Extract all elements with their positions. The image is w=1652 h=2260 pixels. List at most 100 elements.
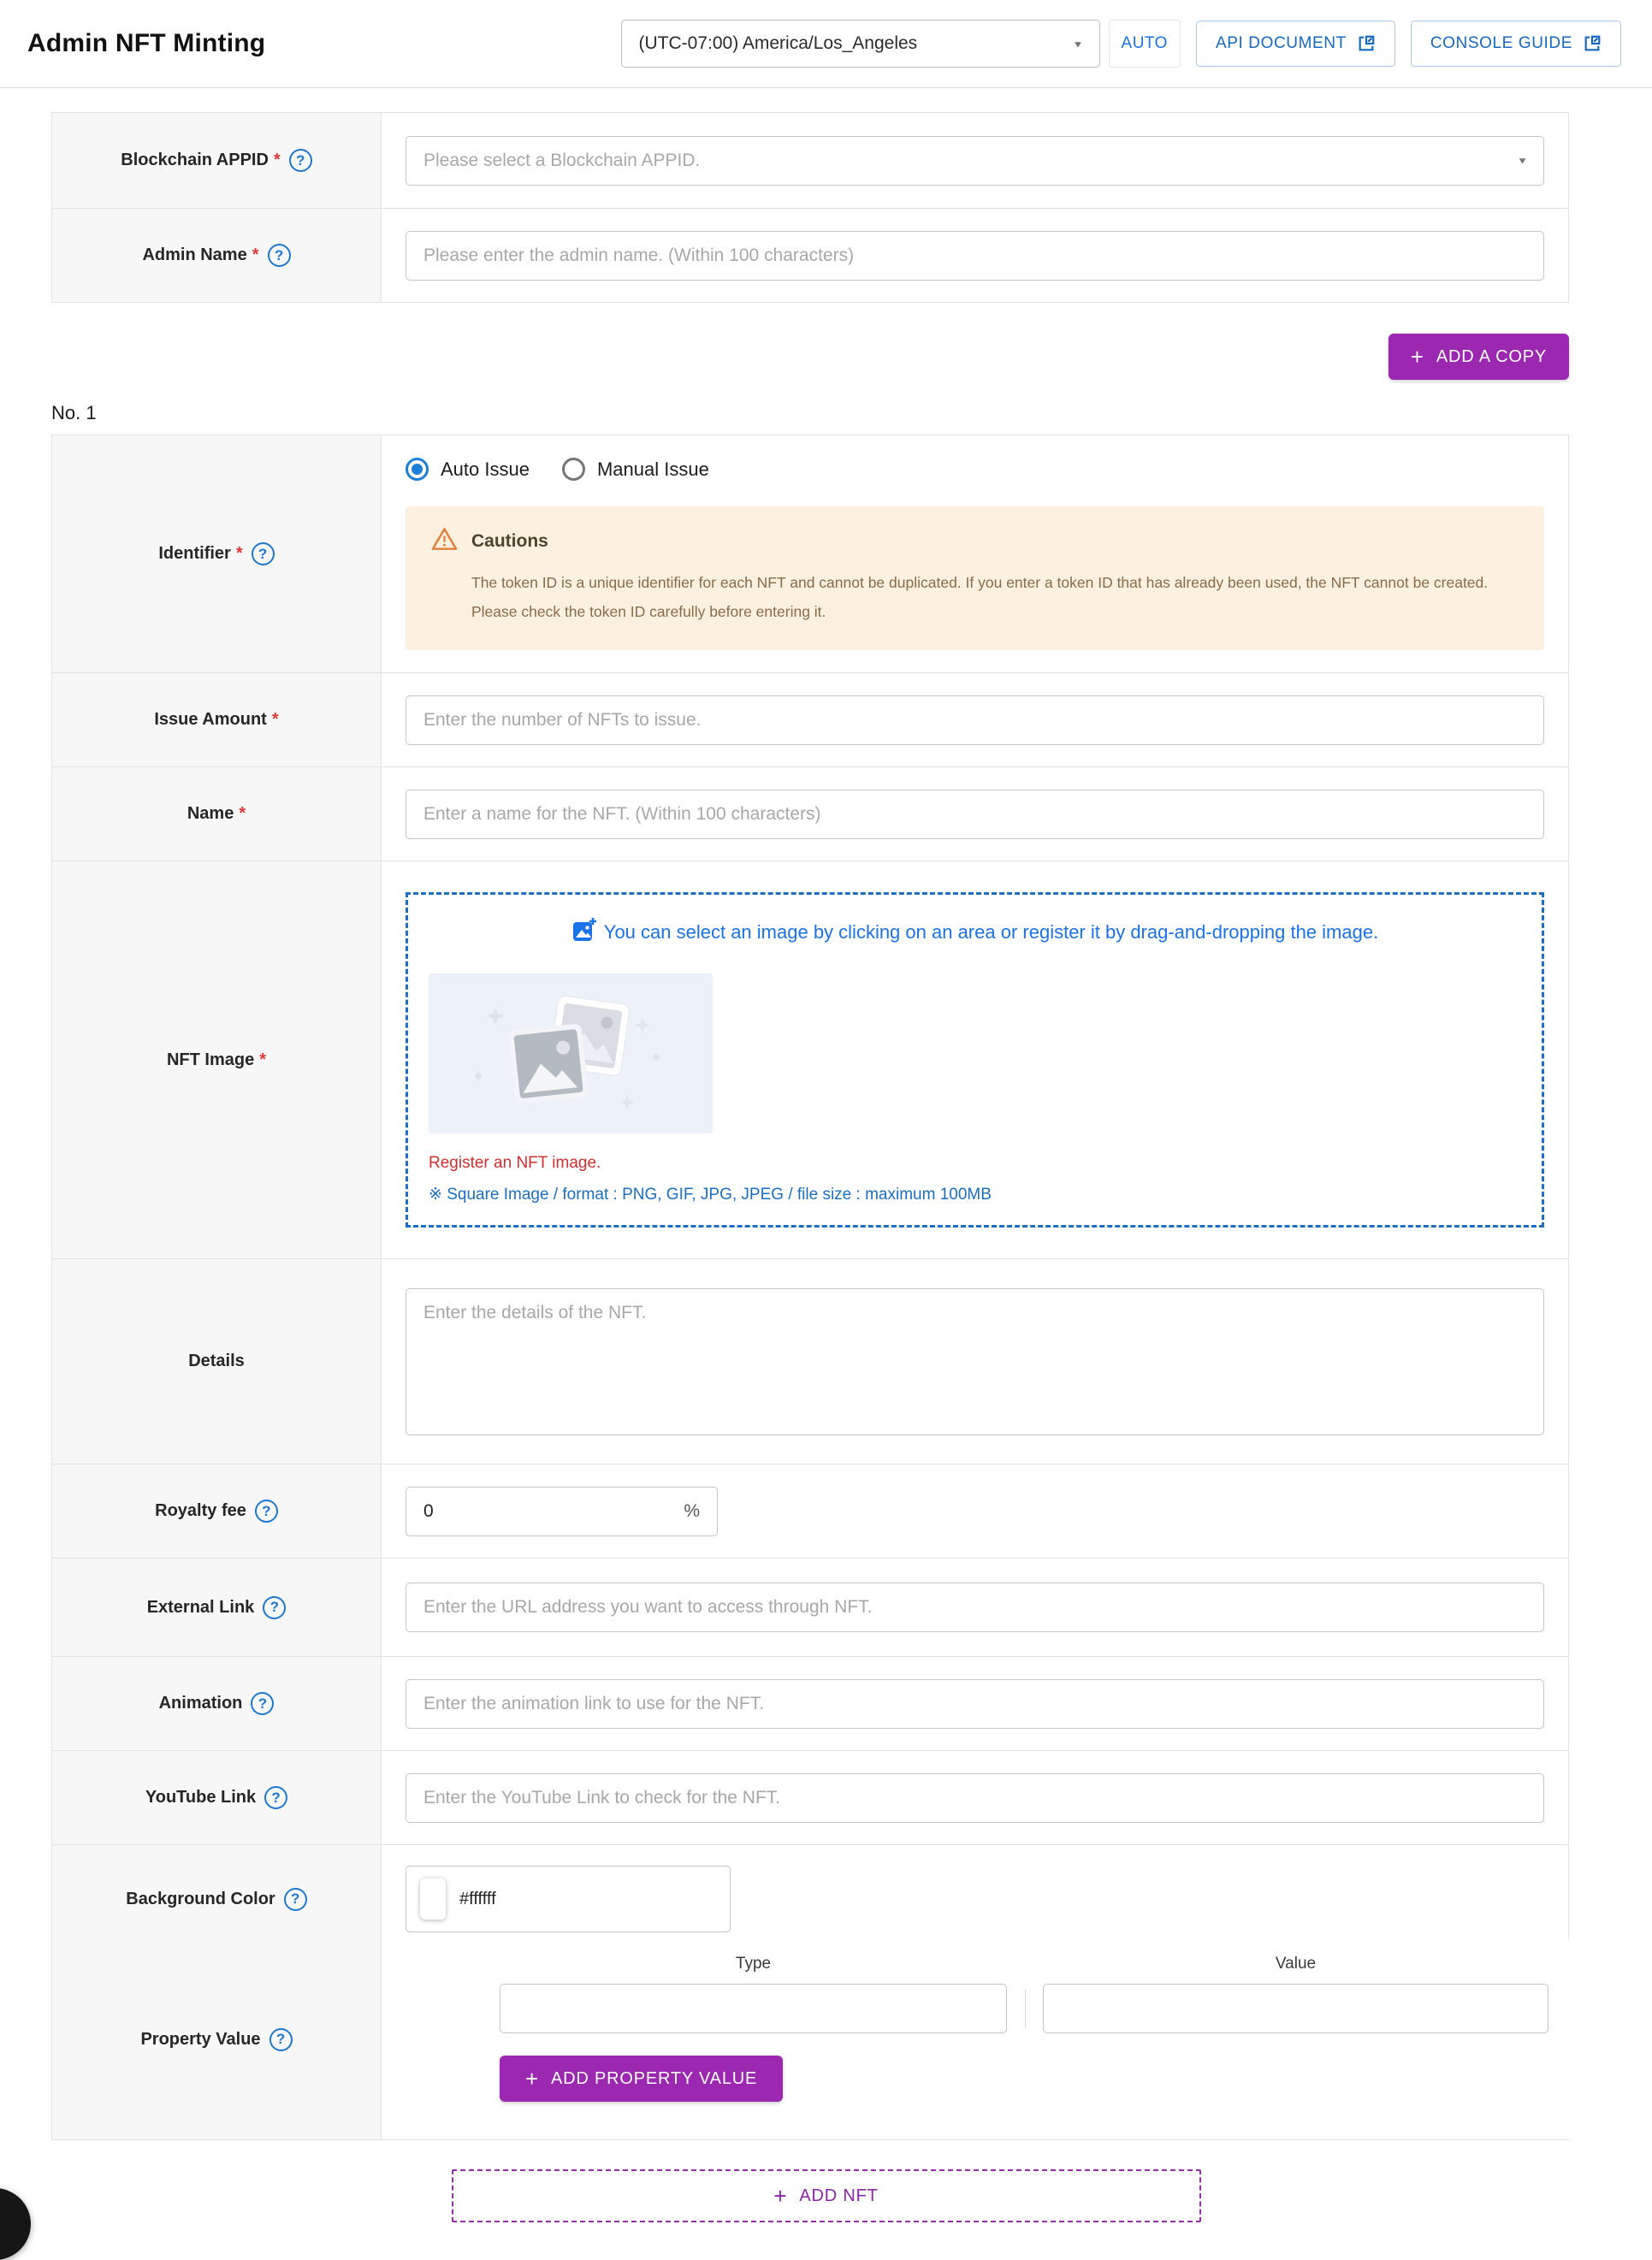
cautions-title: Cautions — [471, 531, 548, 552]
issue-amount-label: Issue Amount — [154, 710, 267, 730]
nft-section-number: No. 1 — [51, 402, 1652, 424]
background-color-label-cell: Background Color ? — [52, 1845, 382, 1953]
header-controls: (UTC-07:00) America/Los_Angeles ▼ AUTO A… — [621, 20, 1621, 68]
youtube-link-field-cell — [382, 1751, 1568, 1844]
help-icon[interactable]: ? — [284, 1888, 307, 1911]
nft-image-row: NFT Image * You can select an image by c… — [52, 861, 1568, 1259]
details-textarea[interactable] — [406, 1288, 1544, 1435]
help-icon[interactable]: ? — [251, 1692, 274, 1715]
page-title: Admin NFT Minting — [27, 29, 265, 58]
name-label: Name — [187, 804, 234, 824]
external-link-label-cell: External Link ? — [52, 1559, 382, 1656]
dropzone-instruction-text: You can select an image by clicking on a… — [604, 921, 1378, 944]
required-asterisk: * — [239, 804, 246, 824]
admin-name-label: Admin Name — [142, 246, 246, 265]
timezone-group: (UTC-07:00) America/Los_Angeles ▼ AUTO — [621, 20, 1181, 68]
royalty-fee-input[interactable] — [423, 1501, 595, 1522]
blockchain-appid-select[interactable]: Please select a Blockchain APPID. ▼ — [406, 136, 1544, 186]
chevron-down-icon: ▼ — [1073, 38, 1084, 50]
details-label-cell: Details — [52, 1259, 382, 1464]
details-row: Details — [52, 1259, 1568, 1464]
property-headers: Type Value — [500, 1955, 1548, 1984]
required-asterisk: * — [259, 1050, 266, 1070]
manual-issue-radio[interactable]: Manual Issue — [562, 458, 709, 481]
blockchain-appid-label: Blockchain APPID — [121, 151, 269, 170]
blockchain-appid-placeholder: Please select a Blockchain APPID. — [423, 151, 700, 171]
cautions-body: The token ID is a unique identifier for … — [471, 569, 1519, 626]
warning-icon — [431, 527, 458, 555]
admin-name-row: Admin Name * ? — [52, 209, 1568, 303]
add-nft-button[interactable]: + ADD NFT — [452, 2169, 1201, 2222]
youtube-link-input[interactable] — [406, 1773, 1544, 1823]
console-guide-button[interactable]: CONSOLE GUIDE — [1411, 21, 1621, 67]
dropzone-instruction: You can select an image by clicking on a… — [429, 917, 1521, 948]
background-color-row: Background Color ? — [52, 1845, 1568, 1939]
help-icon[interactable]: ? — [268, 244, 291, 267]
royalty-fee-unit: % — [684, 1501, 700, 1522]
image-placeholder-icon — [459, 985, 682, 1122]
identifier-row: Identifier * ? Auto Issue Manual Issue — [52, 435, 1568, 673]
auto-button[interactable]: AUTO — [1109, 20, 1181, 68]
external-link-field-cell — [382, 1559, 1568, 1656]
required-asterisk: * — [272, 710, 279, 730]
help-icon[interactable]: ? — [252, 542, 275, 565]
nft-image-label: NFT Image — [167, 1050, 254, 1070]
blockchain-appid-label-cell: Blockchain APPID * ? — [52, 113, 382, 208]
auto-issue-radio[interactable]: Auto Issue — [406, 458, 530, 481]
timezone-select[interactable]: (UTC-07:00) America/Los_Angeles ▼ — [621, 20, 1100, 68]
royalty-fee-label: Royalty fee — [155, 1501, 246, 1521]
royalty-fee-row: Royalty fee ? % — [52, 1464, 1568, 1559]
help-icon[interactable]: ? — [255, 1500, 278, 1523]
animation-input[interactable] — [406, 1679, 1544, 1729]
add-a-copy-button[interactable]: + ADD A COPY — [1389, 334, 1569, 380]
add-nft-label: ADD NFT — [799, 2186, 878, 2206]
external-link-input[interactable] — [406, 1583, 1544, 1632]
issue-amount-field-cell — [382, 673, 1568, 766]
plus-icon: + — [773, 2185, 787, 2207]
identifier-label-cell: Identifier * ? — [52, 435, 382, 672]
animation-row: Animation ? — [52, 1657, 1568, 1751]
help-icon[interactable]: ? — [264, 1786, 287, 1809]
add-a-copy-label: ADD A COPY — [1436, 347, 1547, 367]
help-icon[interactable]: ? — [289, 149, 312, 172]
blockchain-appid-field-cell: Please select a Blockchain APPID. ▼ — [382, 113, 1568, 208]
youtube-link-label: YouTube Link — [145, 1788, 256, 1807]
admin-name-field-cell — [382, 209, 1568, 302]
required-asterisk: * — [252, 246, 259, 265]
floating-widget-button[interactable] — [0, 2188, 31, 2260]
animation-label-cell: Animation ? — [52, 1657, 382, 1750]
blockchain-appid-row: Blockchain APPID * ? Please select a Blo… — [52, 113, 1568, 209]
nft-name-input[interactable] — [406, 790, 1544, 839]
image-dropzone[interactable]: You can select an image by clicking on a… — [406, 892, 1544, 1228]
help-icon[interactable]: ? — [263, 1596, 286, 1619]
copy-bar: + ADD A COPY — [51, 334, 1569, 380]
api-document-button[interactable]: API DOCUMENT — [1196, 21, 1395, 67]
admin-name-input[interactable] — [406, 231, 1544, 281]
add-property-value-label: ADD PROPERTY VALUE — [551, 2069, 757, 2089]
issue-amount-input[interactable] — [406, 695, 1544, 745]
issue-mode-radio-group: Auto Issue Manual Issue — [406, 458, 1544, 481]
background-color-input[interactable] — [459, 1890, 631, 1909]
property-value-wrap: Type Value + ADD PROPERTY VALUE — [500, 1955, 1548, 2102]
help-icon[interactable]: ? — [269, 2028, 293, 2051]
console-guide-label: CONSOLE GUIDE — [1430, 34, 1572, 53]
cautions-box: Cautions The token ID is a unique identi… — [406, 506, 1544, 650]
required-asterisk: * — [274, 151, 281, 170]
auto-issue-label: Auto Issue — [441, 459, 530, 481]
property-type-input[interactable] — [500, 1984, 1007, 2033]
color-swatch[interactable] — [420, 1878, 446, 1920]
property-inputs — [500, 1984, 1548, 2033]
name-row: Name * — [52, 767, 1568, 861]
external-link-row: External Link ? — [52, 1559, 1568, 1657]
radio-selected-icon — [406, 458, 429, 481]
youtube-link-row: YouTube Link ? — [52, 1751, 1568, 1845]
external-link-label: External Link — [147, 1598, 255, 1618]
property-value-input[interactable] — [1043, 1984, 1548, 2033]
radio-unselected-icon — [562, 458, 585, 481]
api-document-label: API DOCUMENT — [1216, 34, 1347, 53]
add-property-value-button[interactable]: + ADD PROPERTY VALUE — [500, 2056, 783, 2102]
background-color-box — [406, 1866, 731, 1932]
plus-icon: + — [1411, 346, 1424, 368]
nft-image-label-cell: NFT Image * — [52, 861, 382, 1258]
animation-label: Animation — [159, 1694, 243, 1713]
